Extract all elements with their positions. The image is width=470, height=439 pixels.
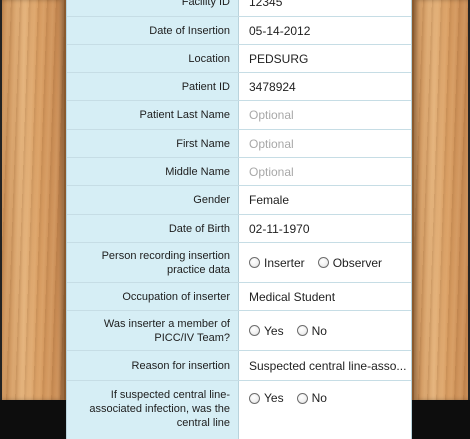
row-patient-last-name: Patient Last Name Optional <box>67 101 411 130</box>
row-gender: Gender Female <box>67 186 411 215</box>
wood-frame-right <box>412 0 470 400</box>
facility-id-field[interactable]: 12345 <box>239 0 411 16</box>
infection-yes-radio[interactable] <box>249 392 260 404</box>
insertion-form: Facility ID 12345 Date of Insertion 05-1… <box>66 0 412 439</box>
observer-option[interactable]: Observer <box>317 255 383 270</box>
location-field[interactable]: PEDSURG <box>239 45 411 72</box>
infection-yes-option[interactable]: Yes <box>249 391 284 405</box>
suspected-infection-radio-group: Yes No <box>239 381 411 439</box>
inserter-radio[interactable] <box>249 257 260 268</box>
picc-no-label: No <box>311 323 327 338</box>
infection-no-option[interactable]: No <box>296 391 327 405</box>
picc-iv-team-label: Was inserter a member of PICC/IV Team? <box>67 311 239 350</box>
inserter-option[interactable]: Inserter <box>249 256 305 270</box>
first-name-field[interactable]: Optional <box>239 130 411 157</box>
patient-last-name-label: Patient Last Name <box>67 101 239 129</box>
gender-label: Gender <box>67 186 239 214</box>
row-person-recording: Person recording insertion practice data… <box>67 243 411 283</box>
patient-id-label: Patient ID <box>67 73 239 100</box>
first-name-label: First Name <box>67 130 239 157</box>
gender-field[interactable]: Female <box>239 186 411 214</box>
location-label: Location <box>67 45 239 72</box>
date-of-insertion-label: Date of Insertion <box>67 17 239 44</box>
picc-no-radio[interactable] <box>296 325 308 336</box>
picc-no-option[interactable]: No <box>296 323 327 338</box>
person-recording-label: Person recording insertion practice data <box>67 243 239 282</box>
picc-yes-option[interactable]: Yes <box>249 324 284 338</box>
facility-id-label: Facility ID <box>67 0 239 16</box>
reason-for-insertion-field[interactable]: Suspected central line-asso... <box>239 351 411 380</box>
row-middle-name: Middle Name Optional <box>67 158 411 186</box>
row-suspected-infection: If suspected central line-associated inf… <box>67 381 411 439</box>
row-date-of-birth: Date of Birth 02-11-1970 <box>67 215 411 243</box>
row-reason-for-insertion: Reason for insertion Suspected central l… <box>67 351 411 381</box>
observer-option-label: Observer <box>332 255 383 270</box>
infection-yes-label: Yes <box>264 391 284 405</box>
reason-for-insertion-label: Reason for insertion <box>67 351 239 380</box>
date-of-birth-field[interactable]: 02-11-1970 <box>239 215 411 242</box>
infection-no-label: No <box>311 391 327 405</box>
row-picc-iv-team: Was inserter a member of PICC/IV Team? Y… <box>67 311 411 351</box>
row-patient-id: Patient ID 3478924 <box>67 73 411 101</box>
row-location: Location PEDSURG <box>67 45 411 73</box>
person-recording-radio-group: Inserter Observer <box>239 243 411 282</box>
row-facility-id: Facility ID 12345 <box>67 0 411 17</box>
suspected-infection-label: If suspected central line-associated inf… <box>67 381 239 439</box>
row-date-of-insertion: Date of Insertion 05-14-2012 <box>67 17 411 45</box>
observer-radio[interactable] <box>317 257 329 268</box>
patient-last-name-field[interactable]: Optional <box>239 101 411 129</box>
occupation-of-inserter-label: Occupation of inserter <box>67 283 239 310</box>
infection-no-radio[interactable] <box>296 392 308 404</box>
row-first-name: First Name Optional <box>67 130 411 158</box>
date-of-insertion-field[interactable]: 05-14-2012 <box>239 17 411 44</box>
row-occupation-of-inserter: Occupation of inserter Medical Student <box>67 283 411 311</box>
date-of-birth-label: Date of Birth <box>67 215 239 242</box>
patient-id-field[interactable]: 3478924 <box>239 73 411 100</box>
picc-iv-team-radio-group: Yes No <box>239 311 411 350</box>
picc-yes-radio[interactable] <box>249 325 260 336</box>
picc-yes-label: Yes <box>264 323 284 338</box>
wood-frame-left <box>2 0 66 400</box>
occupation-of-inserter-field[interactable]: Medical Student <box>239 283 411 310</box>
inserter-option-label: Inserter <box>264 255 305 270</box>
middle-name-field[interactable]: Optional <box>239 158 411 185</box>
middle-name-label: Middle Name <box>67 158 239 185</box>
